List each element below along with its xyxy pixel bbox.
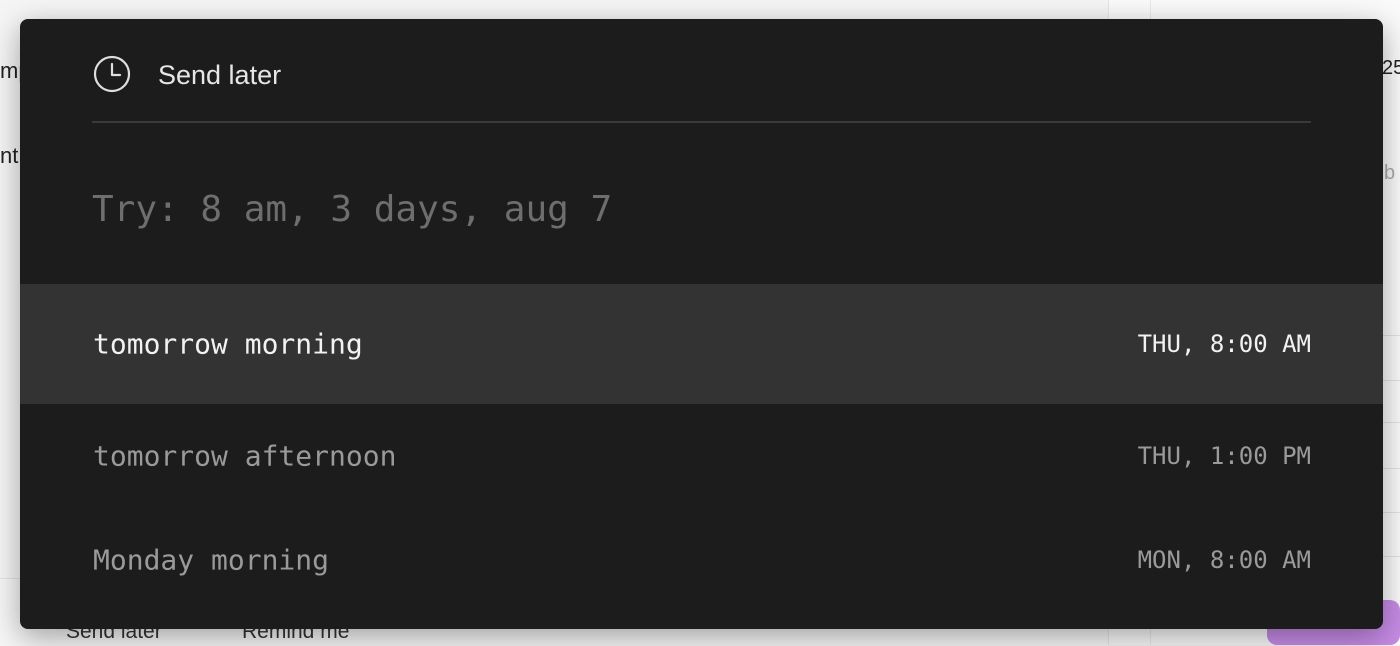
option-label: tomorrow afternoon [93,439,397,473]
option-time: MON, 8:00 AM [1137,546,1311,574]
time-search-input[interactable] [92,179,1311,239]
background-text-fragment: nt [0,143,19,168]
option-tomorrow-afternoon[interactable]: tomorrow afternoon THU, 1:00 PM [20,404,1383,508]
header-divider [92,121,1311,123]
background-text-fragment: 25 [1382,57,1400,79]
clock-icon [93,55,131,93]
option-monday-morning[interactable]: Monday morning MON, 8:00 AM [20,508,1383,612]
modal-header: Send later [20,19,1383,123]
time-options-list: tomorrow morning THU, 8:00 AM tomorrow a… [20,284,1383,612]
background-text-fragment: b [1384,162,1396,184]
option-time: THU, 8:00 AM [1137,330,1311,358]
option-label: tomorrow morning [93,327,363,361]
modal-title: Send later [158,60,282,90]
send-later-modal: Send later tomorrow morning THU, 8:00 AM… [20,19,1383,629]
option-tomorrow-morning[interactable]: tomorrow morning THU, 8:00 AM [20,284,1383,404]
option-label: Monday morning [93,543,330,577]
option-time: THU, 1:00 PM [1137,442,1311,470]
